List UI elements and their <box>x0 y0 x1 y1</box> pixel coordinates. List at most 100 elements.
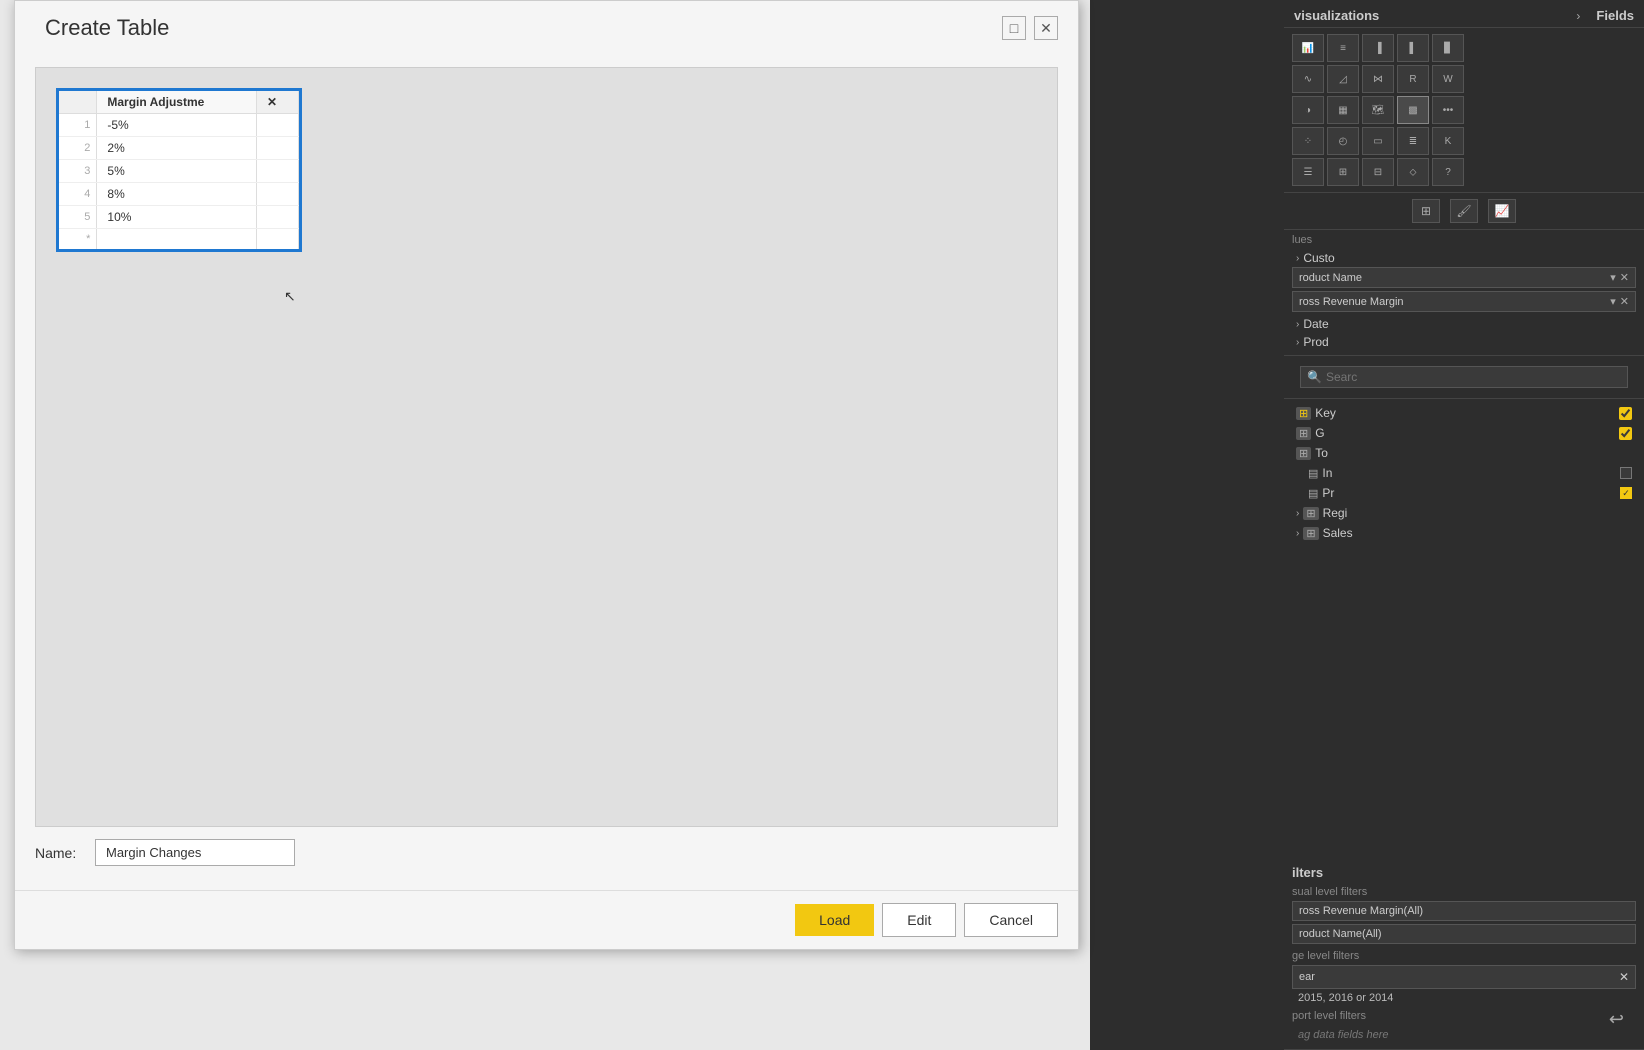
table-viz-icon[interactable]: ⊞ <box>1327 158 1359 186</box>
name-label: Name: <box>35 845 85 861</box>
row-num-3: 3 <box>59 160 97 183</box>
bar-chart-icon[interactable]: 📊 <box>1292 34 1324 62</box>
region-group[interactable]: › ⊞ Regi <box>1292 503 1636 523</box>
product-remove-icon[interactable]: ✕ <box>1620 271 1629 284</box>
custom-group[interactable]: › Custo <box>1292 249 1636 267</box>
g-icon: ⊞ <box>1296 427 1311 440</box>
fields-tree: ⊞ Key ⊞ G ⊞ To ▤ In ▤ Pr ✓ › ⊞ <box>1284 399 1644 861</box>
minimize-button[interactable]: □ <box>1002 16 1026 40</box>
search-box[interactable]: 🔍 <box>1300 366 1628 388</box>
line-chart-icon[interactable]: ∿ <box>1292 65 1324 93</box>
year-filter-value: 2015, 2016 or 2014 <box>1292 992 1636 1004</box>
row-extra-new <box>256 229 298 250</box>
product-name-field-row[interactable]: roduct Name ▾ ✕ <box>1292 267 1636 288</box>
map-icon[interactable]: 🗺 <box>1362 96 1394 124</box>
gross-dropdown-icon[interactable]: ▾ <box>1610 295 1616 308</box>
row-num-2: 2 <box>59 137 97 160</box>
table-row: 2 2% <box>59 137 299 160</box>
pr-item[interactable]: ▤ Pr ✓ <box>1292 483 1636 503</box>
drag-fields-label: ag data fields here <box>1292 1025 1636 1045</box>
year-filter-label: ear <box>1299 971 1315 983</box>
load-button[interactable]: Load <box>795 904 874 936</box>
extra-header: ✕ <box>256 91 298 114</box>
matrix-icon[interactable]: ⊟ <box>1362 158 1394 186</box>
row-value-2[interactable]: 2% <box>97 137 257 160</box>
region-arrow: › <box>1296 508 1299 519</box>
product-group-label: Prod <box>1303 335 1632 349</box>
ribbon-icon[interactable]: R <box>1397 65 1429 93</box>
back-arrow-icon[interactable]: ↩ <box>1609 1009 1624 1030</box>
slicer-icon[interactable]: ☰ <box>1292 158 1324 186</box>
area-chart-icon[interactable]: ◿ <box>1327 65 1359 93</box>
row-value-4[interactable]: 8% <box>97 183 257 206</box>
main-area: Create Table □ ✕ Margin Adjustme ✕ <box>0 0 1090 1050</box>
gross-revenue-filter[interactable]: ross Revenue Margin(All) <box>1292 901 1636 921</box>
cancel-button[interactable]: Cancel <box>964 903 1058 937</box>
scatter-icon[interactable]: ⁘ <box>1292 127 1324 155</box>
table-row: 5 10% <box>59 206 299 229</box>
column-header[interactable]: Margin Adjustme <box>97 91 257 114</box>
analytics-icon[interactable]: 📈 <box>1488 199 1516 223</box>
sales-group[interactable]: › ⊞ Sales <box>1292 523 1636 543</box>
combo-icon[interactable]: ⋈ <box>1362 65 1394 93</box>
search-input[interactable] <box>1326 370 1621 384</box>
fields-header-label: Fields <box>1596 8 1634 23</box>
key-group[interactable]: ⊞ Key <box>1292 403 1636 423</box>
year-filter-item[interactable]: ear ✕ <box>1292 965 1636 989</box>
kpi-icon[interactable]: K <box>1432 127 1464 155</box>
in-checkbox[interactable] <box>1620 467 1632 479</box>
stacked-bar-icon[interactable]: ≡ <box>1327 34 1359 62</box>
row-value-1[interactable]: -5% <box>97 114 257 137</box>
100pct-icon[interactable]: ▊ <box>1432 34 1464 62</box>
dialog-content: Margin Adjustme ✕ 1 -5% 2 <box>15 51 1078 890</box>
values-label: lues <box>1292 234 1636 246</box>
product-name-label: roduct Name <box>1299 272 1362 284</box>
format-icons-row: ⊞ 🖌 📈 <box>1284 193 1644 230</box>
region-label: Regi <box>1323 506 1632 520</box>
filled-map-icon[interactable]: ▩ <box>1397 96 1429 124</box>
treemap-icon[interactable]: ▦ <box>1327 96 1359 124</box>
row-extra-5 <box>256 206 298 229</box>
table-row-new: * <box>59 229 299 250</box>
name-input[interactable] <box>95 839 295 866</box>
gross-revenue-field-row[interactable]: ross Revenue Margin ▾ ✕ <box>1292 291 1636 312</box>
pr-checkbox[interactable]: ✓ <box>1620 487 1632 499</box>
row-value-3[interactable]: 5% <box>97 160 257 183</box>
close-button[interactable]: ✕ <box>1034 16 1058 40</box>
product-dropdown-icon[interactable]: ▾ <box>1610 271 1616 284</box>
gauge-icon[interactable]: ◴ <box>1327 127 1359 155</box>
in-item[interactable]: ▤ In <box>1292 463 1636 483</box>
values-section: lues › Custo roduct Name ▾ ✕ ross Revenu… <box>1284 230 1644 356</box>
g-checkbox[interactable] <box>1619 427 1632 440</box>
row-value-new[interactable] <box>97 229 257 250</box>
key-icon: ⊞ <box>1296 407 1311 420</box>
funnel-icon[interactable]: ⬦ <box>1397 158 1429 186</box>
fields-icon[interactable]: ⊞ <box>1412 199 1440 223</box>
viz-icon-row-1: 📊 ≡ ▐ ▌ ▊ <box>1292 34 1636 62</box>
format-icon[interactable]: 🖌 <box>1450 199 1478 223</box>
dialog-title-bar: Create Table □ ✕ <box>15 1 1078 51</box>
card-icon[interactable]: ▭ <box>1362 127 1394 155</box>
product-name-filter[interactable]: roduct Name(All) <box>1292 924 1636 944</box>
to-group[interactable]: ⊞ To <box>1292 443 1636 463</box>
waterfall-icon[interactable]: W <box>1432 65 1464 93</box>
row-value-5[interactable]: 10% <box>97 206 257 229</box>
key-label: Key <box>1315 406 1615 420</box>
year-filter-close-icon[interactable]: ✕ <box>1619 970 1629 984</box>
stacked-column-icon[interactable]: ▌ <box>1397 34 1429 62</box>
key-checkbox[interactable] <box>1619 407 1632 420</box>
edit-button[interactable]: Edit <box>882 903 956 937</box>
qna-icon[interactable]: ? <box>1432 158 1464 186</box>
pie-chart-icon[interactable]: ◑ <box>1292 96 1324 124</box>
gross-remove-icon[interactable]: ✕ <box>1620 295 1629 308</box>
row-extra-2 <box>256 137 298 160</box>
column-chart-icon[interactable]: ▐ <box>1362 34 1394 62</box>
more-icon[interactable]: ••• <box>1432 96 1464 124</box>
multi-row-card-icon[interactable]: ≣ <box>1397 127 1429 155</box>
right-panel: visualizations › Fields 📊 ≡ ▐ ▌ ▊ ∿ ◿ ⋈ … <box>1284 0 1644 1050</box>
date-group[interactable]: › Date <box>1292 315 1636 333</box>
product-group[interactable]: › Prod <box>1292 333 1636 351</box>
viz-expand-arrow[interactable]: › <box>1576 9 1580 23</box>
dialog-title: Create Table <box>45 15 169 41</box>
g-group[interactable]: ⊞ G <box>1292 423 1636 443</box>
